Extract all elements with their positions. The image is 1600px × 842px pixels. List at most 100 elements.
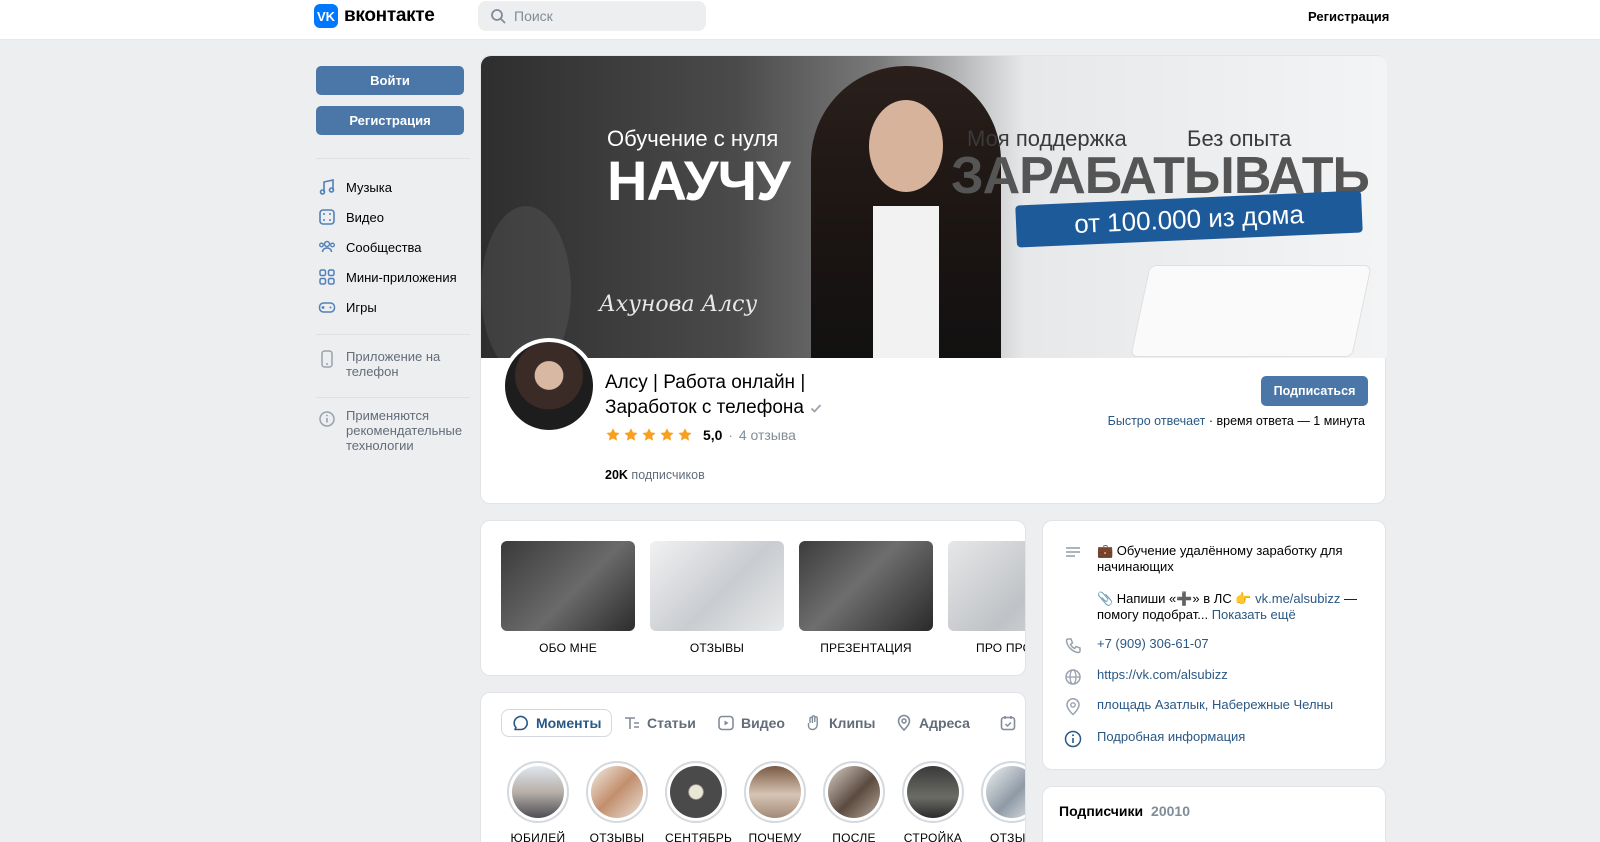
- info-description: 💼 Обучение удалённому заработку для начи…: [1063, 543, 1363, 623]
- sidebar-item-mobile-app[interactable]: Приложение на телефон: [318, 349, 474, 379]
- avatar[interactable]: [501, 338, 597, 434]
- reviews-link[interactable]: 4 отзыва: [739, 427, 796, 443]
- verified-check-icon: [811, 404, 822, 413]
- profile-name: Алсу | Работа онлайн | Заработок с телеф…: [605, 370, 905, 420]
- sidebar-item-video[interactable]: Видео: [318, 206, 384, 228]
- moment-item[interactable]: СЕНТЯБРЬ: [665, 761, 733, 842]
- sidebar-divider: [316, 158, 470, 159]
- moment-label: ОТЗЫВ: [990, 831, 1026, 842]
- header-register-link[interactable]: Регистрация: [1308, 9, 1389, 24]
- moment-ring: [823, 761, 885, 823]
- star-icon: [606, 428, 620, 441]
- moment-item[interactable]: ЮБИЛЕЙ: [507, 761, 569, 842]
- search-box[interactable]: [478, 1, 706, 31]
- moment-label: ПОСЛЕ: [832, 831, 876, 842]
- reply-dot: ·: [1208, 414, 1214, 428]
- mini-apps-icon: [319, 269, 335, 285]
- rating-stars: [605, 427, 693, 443]
- moment-image: [591, 766, 643, 818]
- search-input[interactable]: [514, 8, 684, 24]
- highlight-item[interactable]: ОБО МНЕ: [501, 541, 635, 655]
- star-icon: [660, 428, 674, 441]
- tab-more[interactable]: [999, 709, 1017, 737]
- sidebar-item-music[interactable]: Музыка: [318, 176, 392, 198]
- vk-me-link[interactable]: vk.me/alsubizz: [1255, 591, 1340, 606]
- tab-moments[interactable]: Моменты: [501, 709, 613, 737]
- site-link[interactable]: https://vk.com/alsubizz: [1097, 667, 1228, 687]
- highlight-label: ПРЕЗЕНТАЦИЯ: [820, 641, 912, 655]
- highlight-image: [501, 541, 635, 631]
- moment-item[interactable]: ОТЗЫВ: [981, 761, 1026, 842]
- cover-image: Обучение с нуля НАУЧУ Моя поддержка Без …: [481, 56, 1387, 358]
- highlight-item[interactable]: ОТЗЫВЫ: [650, 541, 784, 655]
- details-link[interactable]: Подробная информация: [1097, 729, 1245, 749]
- moment-image: [828, 766, 880, 818]
- login-button[interactable]: Войти: [316, 66, 464, 95]
- moment-item[interactable]: ПОЧЕМУ: [744, 761, 806, 842]
- moment-ring: [665, 761, 727, 823]
- sidebar-item-label: Музыка: [346, 179, 392, 195]
- mobile-app-label: Приложение на телефон: [346, 349, 441, 379]
- games-icon: [318, 302, 336, 313]
- tab-addresses[interactable]: Адреса: [895, 709, 970, 737]
- register-button[interactable]: Регистрация: [316, 106, 464, 135]
- show-more-link[interactable]: Показать ещё: [1212, 607, 1296, 622]
- rating-row: 5,0 · 4 отзыва: [605, 427, 796, 443]
- search-icon: [491, 9, 506, 24]
- profile-name-line1: Алсу | Работа онлайн |: [605, 372, 806, 393]
- moment-item[interactable]: СТРОЙКА: [902, 761, 964, 842]
- highlight-item[interactable]: ПРЕЗЕНТАЦИЯ: [799, 541, 933, 655]
- star-icon: [678, 428, 692, 441]
- info-icon: [319, 411, 335, 427]
- calendar-icon: [1000, 716, 1016, 731]
- sidebar-item-recommendations[interactable]: Применяются рекомендательные технологии: [318, 408, 474, 453]
- reply-info: Быстро отвечает · время ответа — 1 минут…: [1108, 414, 1365, 428]
- profile-name-line2: Заработок с телефона: [605, 397, 804, 418]
- reply-time: время ответа — 1 минута: [1216, 414, 1366, 428]
- subscribers-link[interactable]: 20K подписчиков: [605, 468, 705, 482]
- vk-logo[interactable]: VK вконтакте: [314, 4, 435, 28]
- description-icon: [1066, 547, 1080, 557]
- moment-image: [907, 766, 959, 818]
- moment-ring: [507, 761, 569, 823]
- vk-logo-text: вконтакте: [344, 5, 435, 26]
- subscribe-button[interactable]: Подписаться: [1261, 376, 1368, 406]
- profile-card: Обучение с нуля НАУЧУ Моя поддержка Без …: [480, 55, 1387, 504]
- phone-icon: [321, 350, 333, 368]
- highlight-image: [948, 541, 1025, 631]
- followers-header[interactable]: Подписчики 20010: [1059, 803, 1190, 819]
- cover-signature: Ахунова Алсу: [599, 292, 758, 317]
- moment-item[interactable]: ПОСЛЕ: [823, 761, 885, 842]
- sidebar-item-games[interactable]: Игры: [318, 296, 377, 318]
- sidebar-item-communities[interactable]: Сообщества: [318, 236, 422, 258]
- tab-articles[interactable]: Статьи: [623, 709, 696, 737]
- cover-line2: НАУЧУ: [607, 149, 791, 212]
- tab-label: Статьи: [647, 715, 696, 731]
- sidebar-divider: [316, 397, 470, 398]
- top-header: VK вконтакте Регистрация: [0, 0, 1600, 40]
- clips-icon: [807, 715, 818, 731]
- tab-video[interactable]: Видео: [717, 709, 785, 737]
- sidebar-item-mini-apps[interactable]: Мини-приложения: [318, 266, 457, 288]
- highlight-item[interactable]: ПРО ПРО: [948, 541, 1025, 655]
- moment-label: СЕНТЯБРЬ: [665, 831, 733, 842]
- tab-label: Моменты: [536, 715, 602, 731]
- info-details-row: Подробная информация: [1063, 729, 1245, 749]
- location-icon: [897, 714, 911, 732]
- moment-ring: [586, 761, 648, 823]
- cover-decor: [481, 206, 571, 358]
- tab-clips[interactable]: Клипы: [805, 709, 875, 737]
- description-line2: 📎 Напиши «➕» в ЛС 👉: [1097, 591, 1252, 606]
- highlight-label: ОБО МНЕ: [539, 641, 597, 655]
- video-icon: [718, 715, 734, 731]
- moment-item[interactable]: ОТЗЫВЫ: [586, 761, 648, 842]
- phone-link[interactable]: +7 (909) 306-61-07: [1097, 636, 1209, 656]
- vk-logo-icon: VK: [314, 4, 338, 28]
- moment-image: [749, 766, 801, 818]
- cover-face: [869, 100, 943, 192]
- followers-count: 20010: [1151, 803, 1190, 819]
- moments-icon: [513, 715, 528, 731]
- moment-label: ЮБИЛЕЙ: [510, 831, 566, 842]
- star-icon: [624, 428, 638, 441]
- address-link[interactable]: площадь Азатлык, Набережные Челны: [1097, 697, 1333, 717]
